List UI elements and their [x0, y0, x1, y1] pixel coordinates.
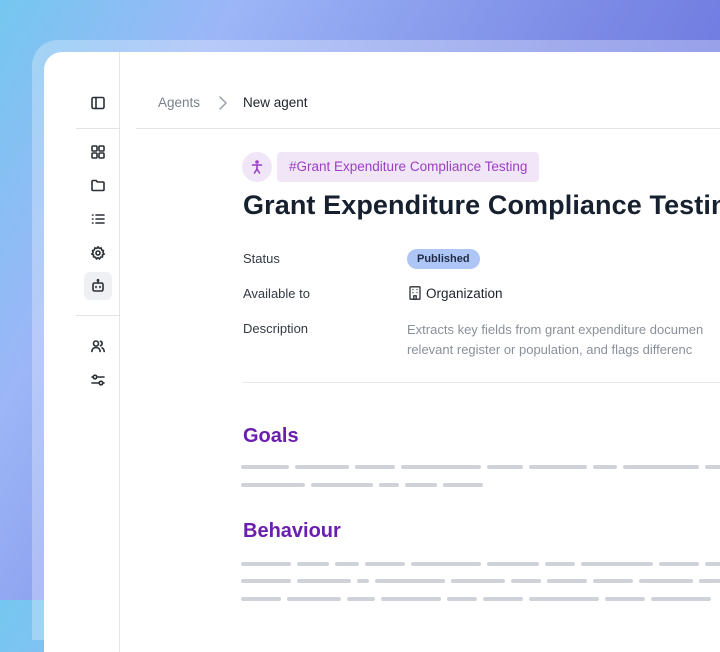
bot-icon[interactable]: [84, 272, 112, 300]
status-label: Status: [243, 251, 280, 266]
sliders-icon[interactable]: [84, 366, 112, 394]
breadcrumb-agents-link[interactable]: Agents: [158, 95, 200, 110]
chevron-right-icon: [219, 96, 227, 110]
sidebar-toggle-icon[interactable]: [84, 89, 112, 117]
list-icon[interactable]: [84, 205, 112, 233]
sidebar-divider: [76, 315, 120, 316]
breadcrumb-current: New agent: [243, 95, 308, 110]
settings-icon[interactable]: [84, 239, 112, 267]
app-window: Agents New agent #Grant Expenditure Comp…: [44, 52, 720, 652]
sidebar-divider: [76, 128, 120, 129]
available-to-value: Organization: [426, 286, 503, 301]
users-icon[interactable]: [84, 332, 112, 360]
breadcrumb: Agents New agent: [136, 52, 720, 129]
skeleton-line: [241, 465, 720, 469]
description-text: Extracts key fields from grant expenditu…: [407, 320, 720, 360]
description-label: Description: [243, 321, 309, 336]
behaviour-heading: Behaviour: [243, 520, 341, 542]
section-divider: [242, 382, 720, 383]
page-title: Grant Expenditure Compliance Testing: [243, 190, 720, 220]
skeleton-line: [241, 562, 720, 566]
available-to-label: Available to: [243, 286, 310, 301]
accessibility-icon: [242, 152, 272, 182]
building-icon: [409, 286, 421, 300]
skeleton-line: [241, 483, 483, 487]
sidebar: [44, 52, 120, 652]
skeleton-line: [241, 579, 720, 583]
folder-icon[interactable]: [84, 171, 112, 199]
agent-tag[interactable]: #Grant Expenditure Compliance Testing: [277, 152, 540, 182]
skeleton-line: [241, 597, 711, 601]
status-badge: Published: [407, 249, 480, 269]
goals-heading: Goals: [243, 425, 299, 447]
description-line: Extracts key fields from grant expenditu…: [407, 322, 704, 337]
description-line: relevant register or population, and fla…: [407, 342, 693, 357]
dashboard-icon[interactable]: [84, 138, 112, 166]
